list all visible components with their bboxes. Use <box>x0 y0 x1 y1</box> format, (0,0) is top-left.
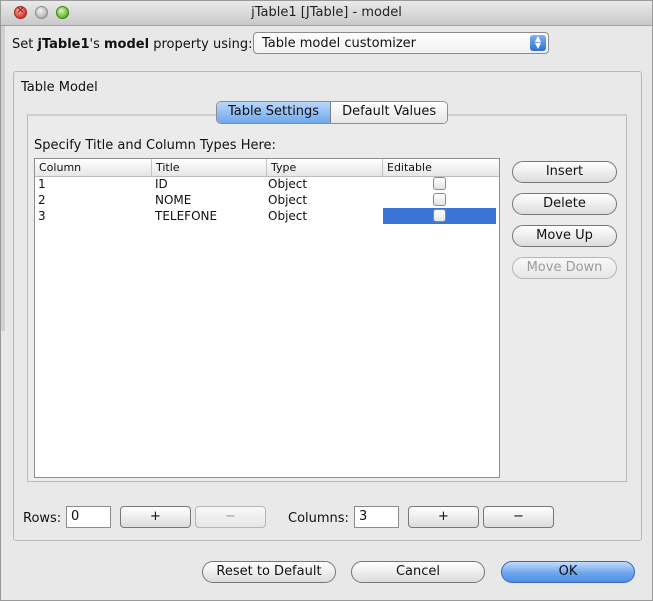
editor-selector-combo[interactable]: Table model customizer ▲ ▼ <box>253 32 549 54</box>
editable-checkbox[interactable] <box>433 209 446 222</box>
column-table[interactable]: Column Title Type Editable 1 ID Object 2… <box>34 158 500 478</box>
cell-type[interactable]: Object <box>265 208 381 224</box>
cell-type[interactable]: Object <box>265 176 381 192</box>
columns-remove-button[interactable]: − <box>483 506 554 528</box>
header-title[interactable]: Title <box>152 159 267 176</box>
editor-selector-value: Table model customizer <box>262 36 417 51</box>
tab-table-settings[interactable]: Table Settings <box>217 102 332 123</box>
table-header: Column Title Type Editable <box>35 159 499 177</box>
move-down-button[interactable]: Move Down <box>512 257 617 279</box>
component-name: jTable1 <box>37 37 90 52</box>
cell-column[interactable]: 1 <box>35 176 152 192</box>
columns-field[interactable]: 3 <box>354 506 399 528</box>
header-type[interactable]: Type <box>267 159 383 176</box>
property-suffix: property using: <box>149 37 253 52</box>
columns-label: Columns: <box>288 511 349 526</box>
property-line: Set jTable1's model property using: <box>12 37 253 52</box>
property-name: model <box>104 37 150 52</box>
customizer-window: × jTable1 [JTable] - model Set jTable1's… <box>0 0 653 601</box>
tab-bar: Table Settings Default Values <box>216 101 449 124</box>
delete-button[interactable]: Delete <box>512 193 617 215</box>
panel-title: Table Model <box>21 80 98 95</box>
cell-title[interactable]: NOME <box>152 192 267 208</box>
editable-checkbox[interactable] <box>433 193 446 206</box>
cell-title[interactable]: TELEFONE <box>152 208 267 224</box>
tab-default-values[interactable]: Default Values <box>331 102 448 123</box>
instruction-text: Specify Title and Column Types Here: <box>34 138 276 153</box>
rows-label: Rows: <box>23 511 62 526</box>
property-mid: 's <box>89 37 105 52</box>
columns-add-button[interactable]: + <box>408 506 479 528</box>
cell-editable-selected[interactable] <box>383 208 496 224</box>
window-title: jTable1 [JTable] - model <box>251 5 402 20</box>
background-window-edge <box>1 1 5 331</box>
rows-field[interactable]: 0 <box>66 506 111 528</box>
reset-to-default-button[interactable]: Reset to Default <box>202 561 336 583</box>
cell-title[interactable]: ID <box>152 176 267 192</box>
cell-column[interactable]: 2 <box>35 192 152 208</box>
title-bar[interactable]: × jTable1 [JTable] - model <box>1 1 652 26</box>
rows-remove-button[interactable]: − <box>195 506 266 528</box>
insert-button[interactable]: Insert <box>512 161 617 183</box>
cell-editable[interactable] <box>383 176 496 192</box>
table-row[interactable]: 2 NOME Object <box>35 192 499 208</box>
ok-button[interactable]: OK <box>501 561 635 583</box>
cell-column[interactable]: 3 <box>35 208 152 224</box>
move-up-button[interactable]: Move Up <box>512 225 617 247</box>
editable-checkbox[interactable] <box>433 177 446 190</box>
property-prefix: Set <box>12 37 38 52</box>
cell-type[interactable]: Object <box>265 192 381 208</box>
up-down-arrows-icon: ▲ ▼ <box>530 35 546 51</box>
table-row[interactable]: 1 ID Object <box>35 176 499 192</box>
header-column[interactable]: Column <box>35 159 152 176</box>
cell-editable[interactable] <box>383 192 496 208</box>
cancel-button[interactable]: Cancel <box>351 561 485 583</box>
table-row[interactable]: 3 TELEFONE Object <box>35 208 499 224</box>
header-editable[interactable]: Editable <box>383 159 499 176</box>
rows-add-button[interactable]: + <box>120 506 191 528</box>
